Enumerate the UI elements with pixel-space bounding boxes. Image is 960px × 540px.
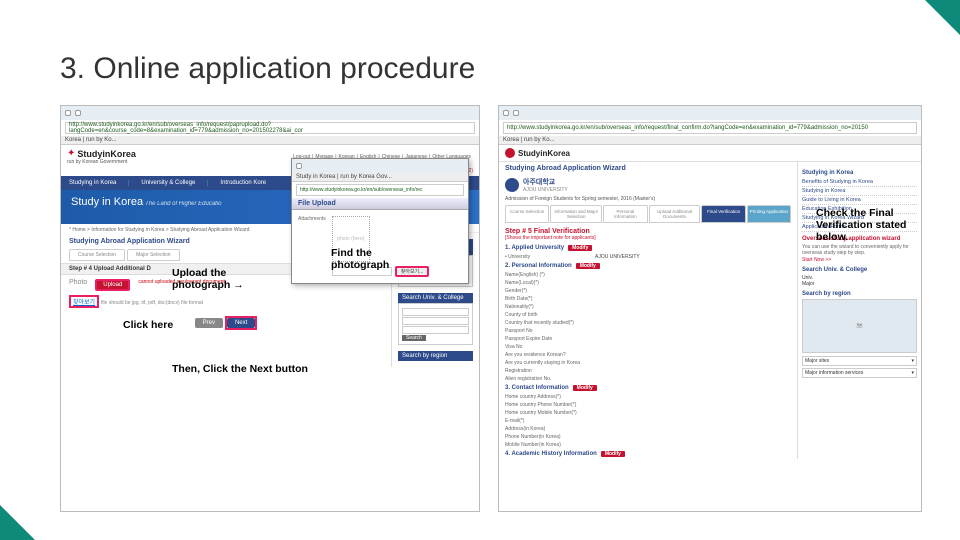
- wizard-tabs: Course Selection Information and Major S…: [499, 203, 797, 225]
- callout-next: Then, Click the Next button: [172, 363, 308, 375]
- search-button[interactable]: Search: [402, 335, 426, 341]
- attach-label: Attachments: [298, 216, 326, 277]
- photo-label: Photo: [69, 279, 87, 291]
- back-icon: [296, 163, 302, 169]
- sel-major-sites[interactable]: Major sites▾: [802, 356, 917, 366]
- popup-addr: http://www.studyinkorea.go.kr/en/sub/ove…: [296, 184, 464, 196]
- corner-bl: [0, 505, 35, 540]
- tab-course[interactable]: Course Selection: [69, 249, 125, 261]
- region-panel-hdr: Search by region: [398, 351, 473, 361]
- screenshot-right: http://www.studyinkorea.go.kr/en/sub/ove…: [498, 105, 922, 512]
- slide-title: 3. Online application procedure: [60, 52, 475, 86]
- modify-button[interactable]: Modify: [568, 245, 592, 251]
- sel-major-info[interactable]: Major information services▾: [802, 368, 917, 378]
- callout-find: Find the photograph: [331, 247, 411, 271]
- modify-button[interactable]: Modify: [576, 263, 600, 269]
- sel-3[interactable]: [402, 326, 469, 334]
- univ-logo-icon: [505, 178, 519, 192]
- callout-upload: Upload the photograph →: [172, 267, 252, 291]
- sec-4: 4. Academic History InformationModify: [499, 449, 797, 459]
- star-icon: [505, 148, 515, 158]
- corner-tr: [925, 0, 960, 35]
- side-link[interactable]: Benefits of Studying in Korea: [802, 178, 917, 187]
- content-area: http://www.studyinkorea.go.kr/en/sub/ove…: [60, 105, 922, 512]
- callout-final: Check the Final Verification stated belo…: [816, 207, 926, 243]
- back-icon[interactable]: [65, 110, 71, 116]
- side-hdr: Studying in Korea: [802, 170, 917, 176]
- side-link[interactable]: Studying in Korea: [802, 187, 917, 196]
- step-title: Step # 5 Final Verification: [499, 225, 797, 235]
- tab-2[interactable]: Information and Major Selection: [550, 205, 602, 223]
- next-button[interactable]: Next: [227, 318, 255, 328]
- popup-tab: Study in Korea | run by Korea Gov...: [292, 173, 468, 182]
- sec-2: 2. Personal InformationModify: [499, 261, 797, 271]
- tab-final[interactable]: Final Verification: [701, 205, 745, 223]
- tab-1[interactable]: Course Selection: [505, 205, 549, 223]
- header: StudyinKorea: [499, 145, 921, 162]
- sel-2[interactable]: [402, 317, 469, 325]
- sel-1[interactable]: [402, 308, 469, 316]
- fwd-icon[interactable]: [75, 110, 81, 116]
- tab-3[interactable]: Personal Information: [603, 205, 647, 223]
- browser-tab[interactable]: Korea | run by Ko...: [499, 136, 921, 145]
- browser-chrome: [61, 106, 479, 120]
- modify-button[interactable]: Modify: [601, 451, 625, 457]
- browser-tab[interactable]: Korea | run by Ko...: [61, 136, 479, 145]
- admission-sub: Admission of Foreign Students for Spring…: [499, 195, 797, 203]
- popup-title: File Upload: [292, 198, 468, 210]
- side-link[interactable]: Guide to Living in Korea: [802, 196, 917, 205]
- prev-button[interactable]: Prev: [195, 318, 223, 328]
- star-icon: ✦: [67, 148, 75, 159]
- tab-print[interactable]: Printing Application: [747, 205, 791, 223]
- tab-4[interactable]: Upload Additional Documents: [649, 205, 701, 223]
- browse-link[interactable]: 찾아보기: [69, 295, 99, 308]
- screenshot-left: http://www.studyinkorea.go.kr/en/sub/ove…: [60, 105, 480, 512]
- address-bar[interactable]: http://www.studyinkorea.go.kr/en/sub/ove…: [65, 122, 475, 134]
- address-bar[interactable]: http://www.studyinkorea.go.kr/en/sub/ove…: [503, 122, 917, 134]
- page-title: Studying Abroad Application Wizard: [499, 162, 797, 175]
- search-panel-hdr: Search Univ. & College: [398, 293, 473, 303]
- callout-click-here: Click here: [123, 319, 173, 331]
- modify-button[interactable]: Modify: [573, 385, 597, 391]
- upload-button[interactable]: Upload: [95, 279, 130, 291]
- sec-3: 3. Contact InformationModify: [499, 383, 797, 393]
- korea-map-icon[interactable]: 🗺: [802, 299, 917, 353]
- step-note: [Shows the important note for applicants…: [499, 235, 797, 243]
- fwd-icon[interactable]: [513, 110, 519, 116]
- start-now[interactable]: Start Now >>: [802, 257, 831, 263]
- logo-sub: run by Korean Government: [67, 159, 136, 165]
- back-icon[interactable]: [503, 110, 509, 116]
- tab-major[interactable]: Major Selection: [127, 249, 179, 261]
- site-logo[interactable]: ✦ StudyinKorea: [67, 148, 136, 159]
- sec-1: 1. Applied UniversityModify: [499, 243, 797, 253]
